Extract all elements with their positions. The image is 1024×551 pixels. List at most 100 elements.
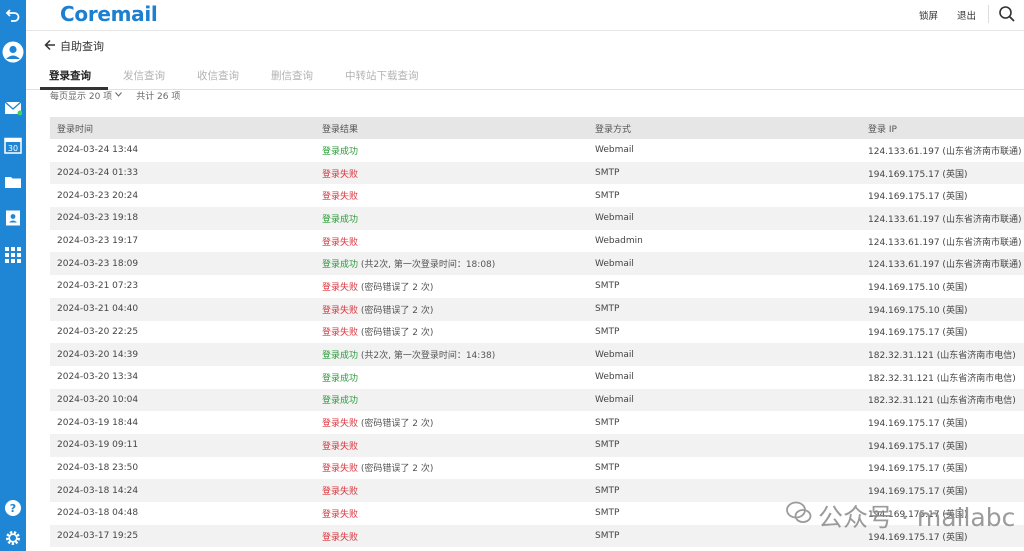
table-row: 2024-03-19 09:11 登录失败 SMTP 194.169.175.17 (…: [50, 433, 1024, 457]
cell-login-time: 2024-03-21 04:40: [57, 304, 139, 315]
cell-login-ip: 194.169.175.17 (英国): [868, 192, 968, 203]
table-row: 2024-03-21 04:40 登录失败 (密码错误了 2 次) SMTP 194.…: [50, 297, 1024, 321]
svg-text:30: 30: [8, 144, 18, 153]
lock-screen-link[interactable]: 锁屏: [919, 8, 938, 22]
table-header: 登录时间 登录结果 登录方式 登录 IP: [50, 117, 1024, 139]
cell-login-result: 登录失败: [315, 189, 588, 202]
result-note: (密码错误了 2 次): [358, 419, 434, 430]
apps-grid-icon[interactable]: [1, 243, 25, 267]
table-row: 2024-03-19 18:44 登录失败 (密码错误了 2 次) SMTP 194.…: [50, 411, 1024, 434]
cell-login-ip: 182.32.31.121 (山东省济南市电信): [868, 373, 1016, 384]
mail-icon[interactable]: [1, 96, 25, 120]
table-row: 2024-03-23 19:17 登录失败 Webadmin 124.133.61.1…: [50, 230, 1024, 253]
cell-login-ip: 194.169.175.17 (英国): [868, 328, 968, 339]
header-divider: [988, 5, 989, 23]
result-note: (共2次, 第一次登录时间：18:08): [358, 260, 496, 271]
settings-gear-icon[interactable]: [1, 526, 25, 550]
cell-login-time: 2024-03-21 07:23: [57, 281, 139, 292]
table-row: 2024-03-20 22:25 登录失败 (密码错误了 2 次) SMTP 194.…: [50, 321, 1024, 344]
result-note: (密码错误了 2 次): [358, 282, 434, 293]
column-header-result: 登录结果: [322, 124, 359, 135]
cell-login-ip: 194.169.175.17 (英国): [868, 419, 968, 430]
result-status: 登录失败: [322, 305, 359, 316]
tab-delete-query[interactable]: 删信查询: [271, 68, 313, 83]
cell-login-result: 登录失败 (密码错误了 2 次): [315, 416, 588, 429]
cell-login-ip: 124.133.61.197 (山东省济南市联通): [868, 146, 1022, 157]
cell-login-time: 2024-03-20 14:39: [57, 349, 139, 360]
cell-login-ip: 194.169.175.10 (英国): [868, 282, 968, 293]
table-row: 2024-03-20 10:04 登录成功 Webmail 182.32.31.121…: [50, 388, 1024, 412]
cell-login-result: 登录成功 (共2次, 第一次登录时间：14:38): [315, 348, 588, 361]
chevron-down-icon: [112, 90, 123, 100]
cell-login-ip: 124.133.61.197 (山东省济南市联通): [868, 214, 1022, 225]
back-link[interactable]: 自助查询: [44, 38, 104, 54]
cell-login-result: 登录失败: [315, 439, 588, 452]
cell-login-method: Webmail: [595, 372, 634, 383]
cell-login-time: 2024-03-20 10:04: [57, 394, 139, 405]
cell-login-time: 2024-03-18 14:24: [57, 485, 139, 496]
cell-login-time: 2024-03-23 20:24: [57, 190, 139, 201]
cell-login-ip: 194.169.175.17 (英国): [868, 441, 968, 452]
cell-login-ip: 194.169.175.10 (英国): [868, 305, 968, 316]
cell-login-time: 2024-03-23 18:09: [57, 258, 139, 269]
contacts-icon[interactable]: [1, 206, 25, 230]
cell-login-method: SMTP: [595, 190, 620, 201]
result-status: 登录成功: [322, 373, 359, 384]
calendar-icon[interactable]: 30: [1, 133, 25, 157]
cell-login-ip: 194.169.175.17 (英国): [868, 169, 968, 180]
result-status: 登录失败: [322, 532, 359, 543]
table-row: 2024-03-24 13:44 登录成功 Webmail 124.133.61.19…: [50, 139, 1024, 162]
result-status: 登录成功: [322, 146, 359, 157]
cell-login-method: SMTP: [595, 440, 620, 451]
result-status: 登录失败: [322, 487, 359, 498]
coremail-logo: Coremail: [60, 2, 158, 26]
cell-login-method: Webmail: [595, 145, 634, 156]
tab-receive-query[interactable]: 收信查询: [197, 68, 239, 83]
table-row: 2024-03-21 07:23 登录失败 (密码错误了 2 次) SMTP 194.…: [50, 275, 1024, 298]
cell-login-result: 登录成功: [315, 393, 588, 406]
cell-login-result: 登录成功: [315, 212, 588, 225]
avatar[interactable]: [1, 40, 25, 64]
top-header: Coremail 锁屏 退出: [26, 0, 1024, 31]
cell-login-result: 登录成功: [315, 371, 588, 384]
list-toolbar: 每页显示 20 项 共计 26 项: [50, 88, 180, 102]
cell-login-result: 登录失败 (密码错误了 2 次): [315, 303, 588, 316]
cell-login-method: SMTP: [595, 462, 620, 473]
table-row: 2024-03-24 01:33 登录失败 SMTP 194.169.175.17 (…: [50, 161, 1024, 185]
wechat-watermark: 公众号 · mailabc: [786, 498, 1015, 534]
cell-login-result: 登录失败 (密码错误了 2 次): [315, 325, 588, 338]
result-status: 登录失败: [322, 419, 359, 430]
folder-icon[interactable]: [1, 170, 25, 194]
table-row: 2024-03-23 19:18 登录成功 Webmail 124.133.61.19…: [50, 207, 1024, 230]
result-note: (共2次, 第一次登录时间：14:38): [358, 351, 496, 362]
tab-send-query[interactable]: 发信查询: [123, 68, 165, 83]
cell-login-result: 登录失败: [315, 530, 588, 543]
result-note: (密码错误了 2 次): [358, 305, 434, 316]
cell-login-time: 2024-03-23 19:18: [57, 213, 139, 224]
left-rail: 30 ?: [0, 0, 26, 551]
cell-login-time: 2024-03-18 23:50: [57, 462, 139, 473]
cell-login-time: 2024-03-19 18:44: [57, 417, 139, 428]
per-page-label: 每页显示 20 项: [50, 91, 113, 102]
result-status: 登录失败: [322, 282, 359, 293]
per-page-select[interactable]: 每页显示 20 项: [50, 89, 123, 102]
help-icon[interactable]: ?: [1, 496, 25, 520]
cell-login-ip: 194.169.175.17 (英国): [868, 487, 968, 498]
cell-login-result: 登录失败 (密码错误了 2 次): [315, 461, 588, 474]
result-status: 登录失败: [322, 237, 359, 248]
total-count: 共计 26 项: [136, 91, 181, 102]
tab-login-query[interactable]: 登录查询: [49, 68, 91, 83]
search-icon[interactable]: [998, 5, 1018, 25]
tab-transfer-download-query[interactable]: 中转站下载查询: [345, 68, 419, 83]
query-tabs: 登录查询 发信查询 收信查询 删信查询 中转站下载查询: [26, 64, 1024, 90]
login-log-table: 登录时间 登录结果 登录方式 登录 IP 2024-03-24 13:44 登录成…: [50, 117, 1024, 548]
result-status: 登录成功: [322, 214, 359, 225]
cell-login-ip: 182.32.31.121 (山东省济南市电信): [868, 396, 1016, 407]
back-arrow-icon[interactable]: [1, 3, 25, 27]
svg-text:?: ?: [10, 502, 16, 515]
logout-link[interactable]: 退出: [957, 8, 976, 22]
cell-login-method: Webmail: [595, 349, 634, 360]
result-status: 登录失败: [322, 169, 359, 180]
cell-login-method: SMTP: [595, 304, 620, 315]
result-note: (密码错误了 2 次): [358, 328, 434, 339]
